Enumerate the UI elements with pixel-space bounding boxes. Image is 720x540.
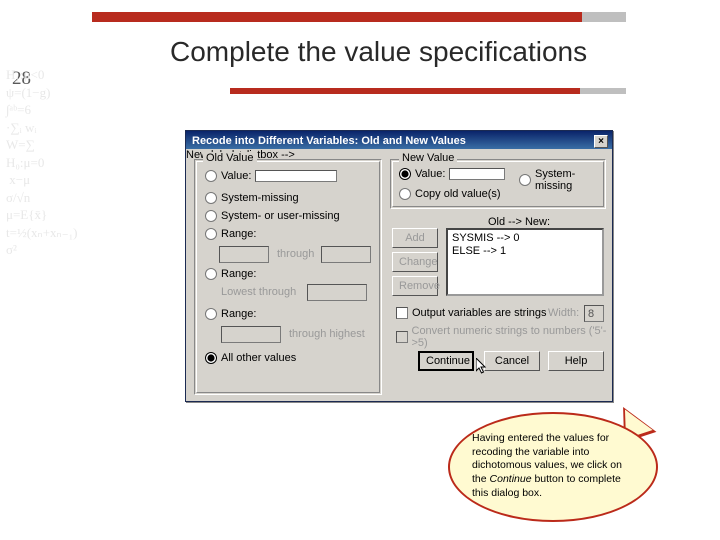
- old-range-radio[interactable]: Range:: [205, 228, 256, 240]
- old-sysmis-radio[interactable]: System-missing: [205, 192, 299, 204]
- new-value-group: New Value Value: System-missing Copy old…: [390, 159, 606, 209]
- new-sysmis-label: System-missing: [535, 168, 605, 192]
- lowest-through-label: Lowest through: [221, 286, 296, 298]
- range-from-input[interactable]: [219, 246, 269, 263]
- old-range-lowest-radio[interactable]: Range:: [205, 268, 256, 280]
- page-number: 28: [12, 68, 31, 90]
- decor-gray-bar-top: [582, 12, 626, 22]
- decor-gray-bar-bottom: [580, 88, 626, 94]
- callout: Having entered the values for recoding t…: [448, 412, 658, 522]
- new-value-radio[interactable]: Value:: [399, 168, 505, 180]
- new-sysmis-radio[interactable]: System-missing: [519, 168, 605, 192]
- remove-button[interactable]: Remove: [392, 276, 438, 296]
- old-range-highest-radio[interactable]: Range:: [205, 308, 256, 320]
- old-range3-label: Range:: [221, 308, 256, 320]
- decor-red-bar-top: [92, 12, 582, 22]
- old-value-radio[interactable]: Value:: [205, 170, 337, 182]
- dialog-titlebar[interactable]: Recode into Different Variables: Old and…: [186, 131, 612, 149]
- old-value-group-label: Old Value: [203, 152, 257, 164]
- old-range-label: Range:: [221, 228, 256, 240]
- convert-numeric-label: Convert numeric strings to numbers ('5'-…: [412, 325, 613, 349]
- recode-dialog: Recode into Different Variables: Old and…: [185, 130, 613, 402]
- output-strings-label: Output variables are strings: [412, 307, 547, 319]
- convert-numeric-checkbox[interactable]: Convert numeric strings to numbers ('5'-…: [396, 325, 612, 349]
- close-button[interactable]: ×: [594, 135, 608, 148]
- new-value-input[interactable]: [449, 168, 505, 180]
- width-label: Width:: [548, 307, 579, 319]
- old-new-listbox[interactable]: SYSMIS --> 0 ELSE --> 1: [446, 228, 604, 296]
- background-formulas: H₁:μ<0 ψ=(1−g) ∫ᵃᵇ=6 ·∑ᵢ wᵢ W=∑ H₀:μ=0 x…: [0, 60, 130, 400]
- cancel-button[interactable]: Cancel: [484, 351, 540, 371]
- old-value-input[interactable]: [255, 170, 337, 182]
- dialog-title: Recode into Different Variables: Old and…: [192, 135, 466, 147]
- callout-emphasis: Continue: [490, 473, 532, 485]
- help-button[interactable]: Help: [548, 351, 604, 371]
- new-value-label: Value:: [415, 168, 445, 180]
- old-range2-label: Range:: [221, 268, 256, 280]
- old-new-label: Old --> New:: [488, 216, 550, 228]
- new-copyold-radio[interactable]: Copy old value(s): [399, 188, 501, 200]
- range-lowest-input[interactable]: [307, 284, 367, 301]
- checkbox-icon: [396, 331, 408, 343]
- old-allother-label: All other values: [221, 352, 296, 364]
- output-strings-checkbox[interactable]: Output variables are strings: [396, 307, 547, 319]
- cursor-icon: [476, 358, 488, 376]
- range-to-input[interactable]: [321, 246, 371, 263]
- decor-red-bar-bottom: [230, 88, 580, 94]
- new-copyold-label: Copy old value(s): [415, 188, 501, 200]
- callout-body: Having entered the values for recoding t…: [448, 412, 658, 522]
- list-item[interactable]: ELSE --> 1: [452, 245, 598, 258]
- old-value-group: Old Value Value: System-missing System- …: [194, 159, 382, 395]
- range-highest-input[interactable]: [221, 326, 281, 343]
- list-item[interactable]: SYSMIS --> 0: [452, 232, 598, 245]
- old-value-label: Value:: [221, 170, 251, 182]
- width-input[interactable]: [584, 305, 604, 322]
- through-highest-label: through highest: [289, 328, 365, 340]
- page-title: Complete the value specifications: [170, 36, 587, 68]
- checkbox-icon: [396, 307, 408, 319]
- add-button[interactable]: Add: [392, 228, 438, 248]
- old-allother-radio[interactable]: All other values: [205, 352, 296, 364]
- continue-button[interactable]: Continue: [418, 351, 474, 371]
- through-label: through: [277, 248, 314, 260]
- new-value-group-label: New Value: [399, 152, 457, 164]
- old-sysuser-label: System- or user-missing: [221, 210, 340, 222]
- old-sysuser-radio[interactable]: System- or user-missing: [205, 210, 340, 222]
- change-button[interactable]: Change: [392, 252, 438, 272]
- old-sysmis-label: System-missing: [221, 192, 299, 204]
